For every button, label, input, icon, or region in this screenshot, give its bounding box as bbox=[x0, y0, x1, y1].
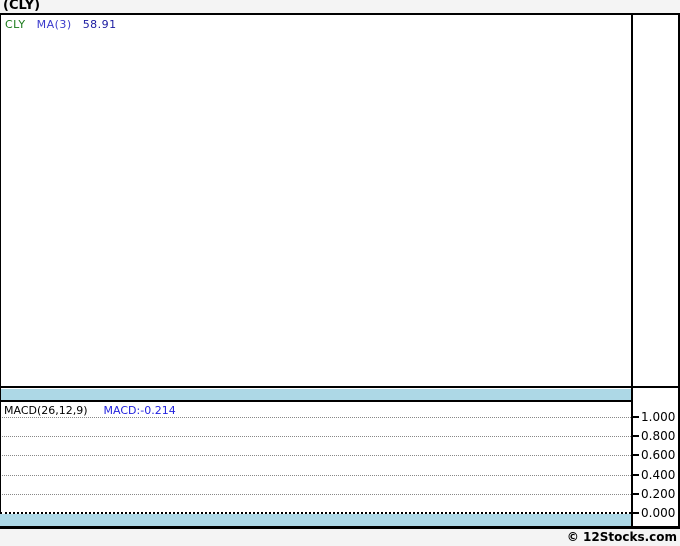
y-axis-tick bbox=[633, 493, 639, 495]
y-axis-line bbox=[631, 13, 633, 529]
footer: © 12Stocks.com bbox=[0, 529, 680, 546]
macd-y-tick-label: 0.600 bbox=[641, 448, 676, 462]
macd-indicator-label: MACD(26,12,9) bbox=[4, 404, 88, 417]
price-chart-legend: CLY MA(3) 58.91 bbox=[5, 18, 117, 31]
y-axis-tick bbox=[633, 454, 639, 456]
y-axis-tick bbox=[633, 474, 639, 476]
separator-band-bottom bbox=[0, 514, 631, 526]
chart-frame: CLY MA(3) 58.91 MACD(26,12,9) MACD:-0.214 1… bbox=[0, 13, 680, 529]
stock-chart-page: (CLY) CLY MA(3) 58.91 MACD(26,12,9) MACD:-0… bbox=[0, 0, 680, 546]
macd-indicator-value: MACD:-0.214 bbox=[103, 404, 176, 417]
macd-plot-area: MACD(26,12,9) MACD:-0.214 bbox=[0, 402, 631, 513]
macd-y-tick-label: 0.400 bbox=[641, 468, 676, 482]
ma-indicator-value: 58.91 bbox=[82, 18, 117, 31]
site-credit: © 12Stocks.com bbox=[566, 530, 677, 544]
macd-gridline bbox=[0, 417, 631, 418]
y-axis-tick bbox=[633, 416, 639, 418]
macd-y-tick-label: 0.800 bbox=[641, 429, 676, 443]
price-chart-bottom-border bbox=[0, 386, 680, 388]
macd-gridline bbox=[0, 494, 631, 495]
macd-y-tick-label: 0.000 bbox=[641, 506, 676, 520]
chart-left-border bbox=[0, 13, 1, 513]
macd-gridline bbox=[0, 475, 631, 476]
separator-band-top bbox=[0, 389, 631, 402]
macd-gridline bbox=[0, 455, 631, 456]
ma-indicator-label: MA(3) bbox=[36, 18, 72, 31]
ticker-symbol-label: CLY bbox=[5, 18, 26, 31]
y-axis-tick bbox=[633, 512, 639, 514]
price-chart-plot-area: CLY MA(3) 58.91 bbox=[0, 15, 680, 386]
page-title: (CLY) bbox=[3, 0, 41, 13]
macd-gridline bbox=[0, 436, 631, 437]
macd-legend: MACD(26,12,9) MACD:-0.214 bbox=[4, 404, 176, 417]
macd-y-tick-label: 0.200 bbox=[641, 487, 676, 501]
y-axis-tick bbox=[633, 435, 639, 437]
macd-y-tick-label: 1.000 bbox=[641, 410, 676, 424]
